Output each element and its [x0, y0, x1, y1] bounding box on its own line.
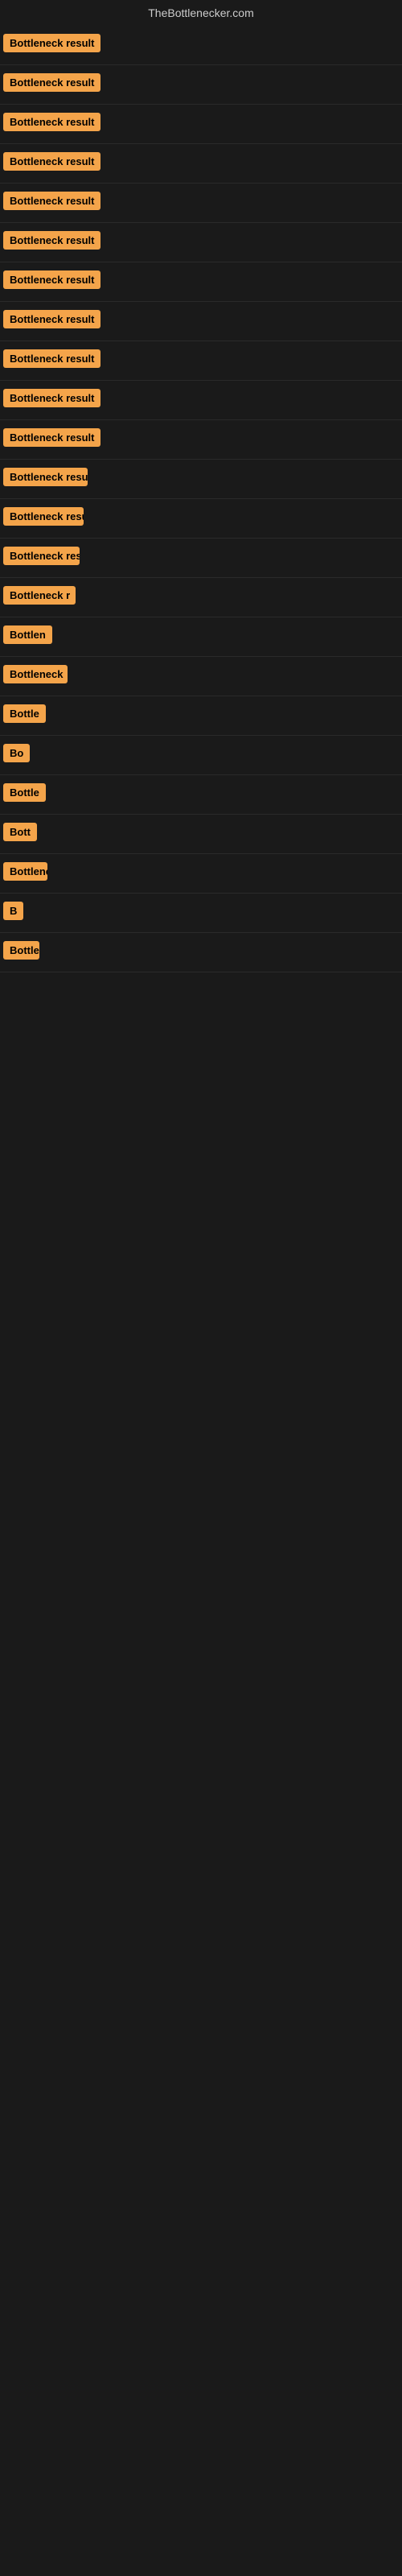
bottleneck-badge[interactable]: Bottleneck result [3, 428, 100, 447]
result-row: Bottleneck result [0, 302, 402, 341]
bottleneck-badge[interactable]: Bo [3, 744, 30, 762]
result-row: Bottleneck result [0, 381, 402, 420]
result-row: Bottleneck result [0, 499, 402, 539]
bottleneck-badge[interactable]: Bottleneck resu [3, 468, 88, 486]
bottleneck-badge[interactable]: Bottleneck r [3, 586, 76, 605]
bottleneck-badge[interactable]: Bottle [3, 783, 46, 802]
result-row: Bottleneck r [0, 578, 402, 617]
result-row: Bottle [0, 696, 402, 736]
result-row: Bottlen [0, 617, 402, 657]
result-row: B [0, 894, 402, 933]
bottleneck-badge[interactable]: Bottlene [3, 862, 47, 881]
bottleneck-badge[interactable]: Bottleneck result [3, 389, 100, 407]
bottleneck-badge[interactable]: Bottleneck result [3, 349, 100, 368]
result-row: Bottleneck result [0, 420, 402, 460]
result-row: Bottleneck resu [0, 460, 402, 499]
result-row: Bottleneck [0, 657, 402, 696]
bottleneck-badge[interactable]: Bottleneck [3, 665, 68, 683]
bottleneck-badge[interactable]: Bottleneck result [3, 507, 84, 526]
bottleneck-badge[interactable]: B [3, 902, 23, 920]
result-row: Bottleneck result [0, 262, 402, 302]
bottleneck-badge[interactable]: Bottle [3, 704, 46, 723]
result-row: Bottleneck resul [0, 539, 402, 578]
bottleneck-badge[interactable]: Bott [3, 823, 37, 841]
result-row: Bottlene [0, 854, 402, 894]
result-row: Bottleneck result [0, 65, 402, 105]
bottleneck-badge[interactable]: Bottleneck result [3, 113, 100, 131]
result-row: Bottleneck result [0, 184, 402, 223]
bottleneck-badge[interactable]: Bottleneck result [3, 231, 100, 250]
result-row: Bottleneck result [0, 105, 402, 144]
bottleneck-badge[interactable]: Bottleneck result [3, 310, 100, 328]
site-title: TheBottlenecker.com [0, 0, 402, 26]
result-row: Bottleneck result [0, 144, 402, 184]
bottleneck-badge[interactable]: Bottleneck result [3, 34, 100, 52]
bottleneck-badge[interactable]: Bottle [3, 941, 39, 960]
bottleneck-badge[interactable]: Bottleneck result [3, 73, 100, 92]
bottleneck-badge[interactable]: Bottleneck resul [3, 547, 80, 565]
bottleneck-badge[interactable]: Bottlen [3, 625, 52, 644]
bottleneck-badge[interactable]: Bottleneck result [3, 270, 100, 289]
result-row: Bottle [0, 933, 402, 972]
result-row: Bo [0, 736, 402, 775]
result-row: Bott [0, 815, 402, 854]
result-row: Bottle [0, 775, 402, 815]
bottleneck-badge[interactable]: Bottleneck result [3, 192, 100, 210]
bottleneck-badge[interactable]: Bottleneck result [3, 152, 100, 171]
result-row: Bottleneck result [0, 26, 402, 65]
result-row: Bottleneck result [0, 223, 402, 262]
result-row: Bottleneck result [0, 341, 402, 381]
